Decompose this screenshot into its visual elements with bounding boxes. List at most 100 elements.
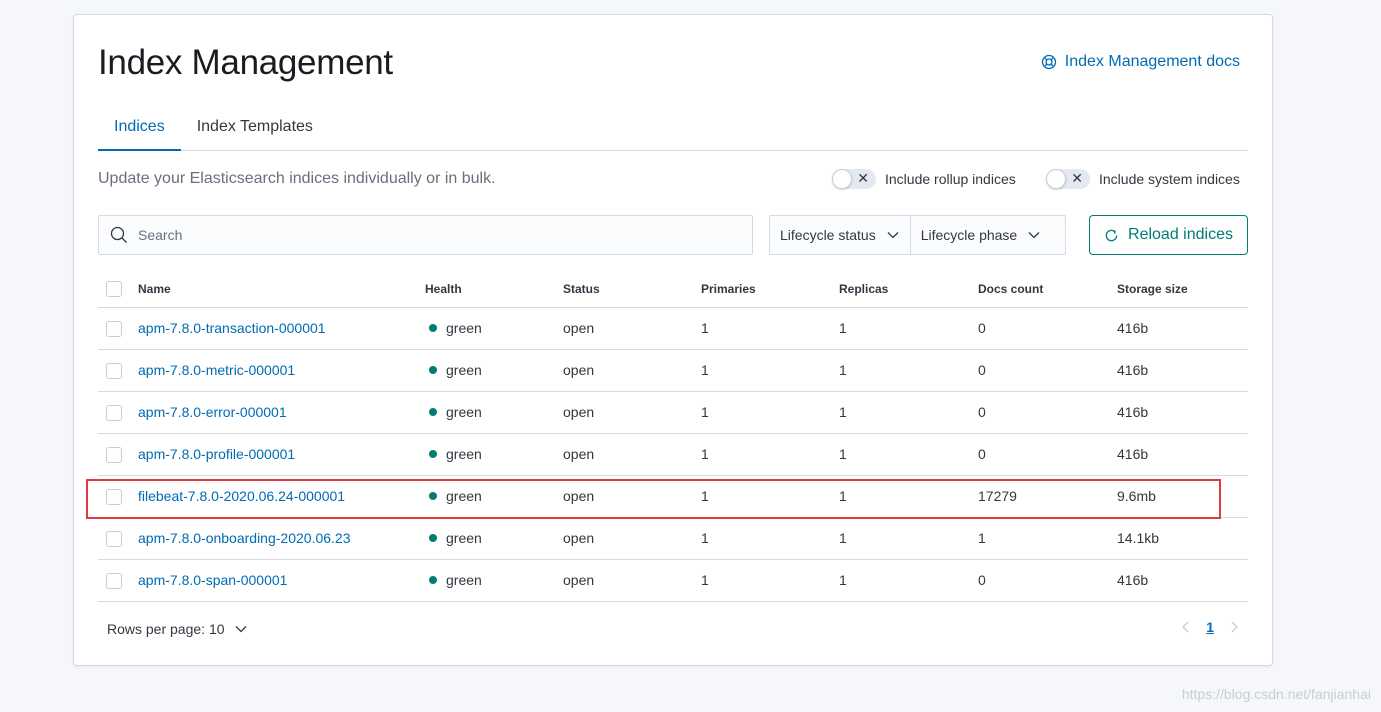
index-name-link[interactable]: apm-7.8.0-error-000001 bbox=[138, 404, 287, 420]
row-checkbox[interactable] bbox=[106, 404, 122, 421]
reload-label: Reload indices bbox=[1128, 226, 1233, 243]
status-cell: open bbox=[563, 307, 701, 350]
status-cell: open bbox=[563, 391, 701, 434]
index-name-link[interactable]: filebeat-7.8.0-2020.06.24-000001 bbox=[138, 488, 345, 504]
replicas-cell: 1 bbox=[839, 517, 978, 560]
index-management-panel: Index Management Index Management docs I… bbox=[73, 14, 1273, 666]
table-row: apm-7.8.0-span-000001 green open 1 1 0 4… bbox=[98, 559, 1248, 602]
storage-size-cell: 9.6mb bbox=[1117, 475, 1248, 518]
health-dot-icon bbox=[429, 534, 437, 542]
replicas-cell: 1 bbox=[839, 559, 978, 602]
filter-lifecycle-phase-label: Lifecycle phase bbox=[920, 227, 1018, 243]
primaries-cell: 1 bbox=[701, 307, 839, 350]
column-header-storage-size[interactable]: Storage size bbox=[1117, 271, 1248, 308]
column-header-health[interactable]: Health bbox=[425, 271, 563, 308]
select-all-cell bbox=[98, 271, 138, 308]
row-checkbox[interactable] bbox=[106, 488, 122, 505]
tab-index-templates[interactable]: Index Templates bbox=[181, 109, 329, 151]
replicas-cell: 1 bbox=[839, 475, 978, 518]
storage-size-cell: 416b bbox=[1117, 349, 1248, 392]
column-header-primaries[interactable]: Primaries bbox=[701, 271, 839, 308]
primaries-cell: 1 bbox=[701, 517, 839, 560]
table-row: apm-7.8.0-profile-000001 green open 1 1 … bbox=[98, 433, 1248, 476]
index-name-link[interactable]: apm-7.8.0-transaction-000001 bbox=[138, 320, 326, 336]
health-value: green bbox=[446, 446, 482, 462]
tab-indices[interactable]: Indices bbox=[98, 109, 181, 151]
page-title: Index Management bbox=[98, 43, 393, 82]
storage-size-cell: 14.1kb bbox=[1117, 517, 1248, 560]
cross-icon: ✕ bbox=[857, 170, 869, 186]
index-name-link[interactable]: apm-7.8.0-onboarding-2020.06.23 bbox=[138, 530, 351, 546]
filter-lifecycle-status-label: Lifecycle status bbox=[780, 227, 876, 243]
replicas-cell: 1 bbox=[839, 391, 978, 434]
column-header-replicas[interactable]: Replicas bbox=[839, 271, 978, 308]
chevron-down-icon bbox=[887, 232, 899, 239]
storage-size-cell: 416b bbox=[1117, 433, 1248, 476]
switch-include-system[interactable]: ✕ Include system indices bbox=[1046, 169, 1240, 189]
table-row: apm-7.8.0-error-000001 green open 1 1 0 … bbox=[98, 391, 1248, 434]
index-name-link[interactable]: apm-7.8.0-metric-000001 bbox=[138, 362, 295, 378]
docs-count-cell: 0 bbox=[978, 391, 1117, 434]
health-dot-icon bbox=[429, 576, 437, 584]
storage-size-cell: 416b bbox=[1117, 559, 1248, 602]
health-dot-icon bbox=[429, 408, 437, 416]
status-cell: open bbox=[563, 349, 701, 392]
row-checkbox[interactable] bbox=[106, 446, 122, 463]
toggle-rollup[interactable]: ✕ bbox=[832, 169, 876, 189]
filter-lifecycle-phase[interactable]: Lifecycle phase bbox=[909, 216, 1052, 254]
switch-rollup-label: Include rollup indices bbox=[885, 171, 1016, 187]
health-dot-icon bbox=[429, 366, 437, 374]
cross-icon: ✕ bbox=[1071, 170, 1083, 186]
docs-count-cell: 17279 bbox=[978, 475, 1117, 518]
health-value: green bbox=[446, 530, 482, 546]
status-cell: open bbox=[563, 517, 701, 560]
toggle-system[interactable]: ✕ bbox=[1046, 169, 1090, 189]
table-header-row: Name Health Status Primaries Replicas Do… bbox=[98, 271, 1248, 308]
storage-size-cell: 416b bbox=[1117, 391, 1248, 434]
select-all-checkbox[interactable] bbox=[106, 280, 122, 297]
filter-group: Lifecycle status Lifecycle phase bbox=[769, 215, 1066, 255]
row-checkbox[interactable] bbox=[106, 362, 122, 379]
switch-system-label: Include system indices bbox=[1099, 171, 1240, 187]
reload-indices-button[interactable]: Reload indices bbox=[1089, 215, 1248, 255]
refresh-icon bbox=[1105, 229, 1118, 241]
row-checkbox[interactable] bbox=[106, 530, 122, 547]
health-value: green bbox=[446, 362, 482, 378]
column-header-status[interactable]: Status bbox=[563, 271, 701, 308]
page-number-current[interactable]: 1 bbox=[1206, 619, 1214, 635]
docs-link-label: Index Management docs bbox=[1064, 53, 1240, 70]
switch-include-rollup[interactable]: ✕ Include rollup indices bbox=[832, 169, 1016, 189]
primaries-cell: 1 bbox=[701, 559, 839, 602]
rows-per-page-label: Rows per page: 10 bbox=[107, 621, 225, 637]
health-value: green bbox=[446, 320, 482, 336]
chevron-left-icon[interactable] bbox=[1180, 620, 1192, 634]
health-value: green bbox=[446, 404, 482, 420]
index-name-link[interactable]: apm-7.8.0-span-000001 bbox=[138, 572, 287, 588]
status-cell: open bbox=[563, 559, 701, 602]
primaries-cell: 1 bbox=[701, 433, 839, 476]
search-icon bbox=[110, 226, 127, 243]
help-icon bbox=[1041, 54, 1056, 70]
toggle-knob bbox=[1046, 169, 1066, 189]
docs-count-cell: 0 bbox=[978, 433, 1117, 476]
chevron-down-icon bbox=[235, 626, 246, 633]
index-name-link[interactable]: apm-7.8.0-profile-000001 bbox=[138, 446, 295, 462]
docs-link[interactable]: Index Management docs bbox=[1041, 53, 1240, 71]
replicas-cell: 1 bbox=[839, 433, 978, 476]
rows-per-page-selector[interactable]: Rows per page: 10 bbox=[107, 621, 248, 637]
search-input[interactable] bbox=[138, 227, 718, 243]
docs-count-cell: 0 bbox=[978, 349, 1117, 392]
health-value: green bbox=[446, 572, 482, 588]
search-box[interactable] bbox=[98, 215, 753, 255]
primaries-cell: 1 bbox=[701, 349, 839, 392]
column-header-name[interactable]: Name bbox=[138, 271, 425, 308]
column-header-docs-count[interactable]: Docs count bbox=[978, 271, 1117, 308]
filter-lifecycle-status[interactable]: Lifecycle status bbox=[770, 216, 910, 254]
watermark: https://blog.csdn.net/fanjianhai bbox=[1181, 686, 1371, 702]
page-description: Update your Elasticsearch indices indivi… bbox=[98, 170, 496, 187]
primaries-cell: 1 bbox=[701, 475, 839, 518]
chevron-right-icon[interactable] bbox=[1228, 620, 1240, 634]
row-checkbox[interactable] bbox=[106, 572, 122, 589]
row-checkbox[interactable] bbox=[106, 320, 122, 337]
docs-count-cell: 0 bbox=[978, 307, 1117, 350]
